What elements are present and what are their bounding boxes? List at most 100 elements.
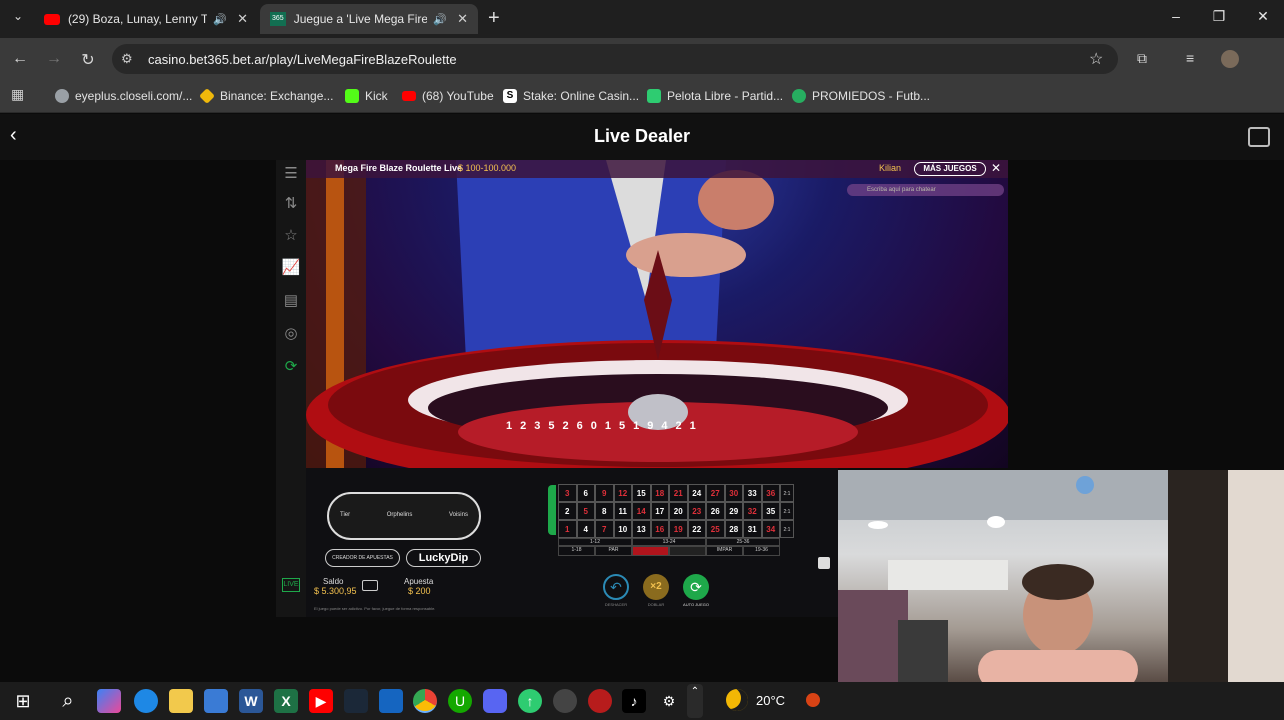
number-cell[interactable]: 15 (632, 484, 651, 502)
bookmark-promiedos[interactable]: PROMIEDOS - Futb... (792, 86, 930, 106)
number-cell[interactable]: 23 (687, 502, 706, 520)
number-cell[interactable]: 25 (706, 520, 725, 538)
forward-icon[interactable]: → (44, 50, 64, 68)
chip-counter-icon[interactable] (818, 557, 830, 569)
bookmark-kick[interactable]: Kick (345, 86, 388, 106)
steam-icon[interactable] (344, 689, 368, 713)
discord-icon[interactable] (483, 689, 507, 713)
number-cell[interactable]: 20 (669, 502, 688, 520)
close-game-icon[interactable]: ✕ (991, 161, 1001, 175)
copilot-icon[interactable] (97, 689, 121, 713)
bookmark-stake[interactable]: S Stake: Online Casin... (503, 86, 639, 106)
luckydip-button[interactable]: LuckyDip (406, 549, 481, 567)
cashier-icon[interactable] (362, 580, 378, 591)
number-cell[interactable]: 6 (576, 484, 595, 502)
fullscreen-icon[interactable] (1248, 127, 1270, 147)
number-cell[interactable]: 16 (650, 520, 669, 538)
autoplay-icon[interactable]: ⟳ (281, 357, 301, 377)
search-icon[interactable]: ⌕ (56, 689, 80, 713)
number-cell[interactable]: 29 (724, 502, 743, 520)
weather-moon-icon[interactable] (726, 689, 748, 711)
column-bet-cell[interactable]: 2:1 (780, 520, 794, 538)
more-games-button[interactable]: MÁS JUEGOS (914, 162, 986, 176)
reload-icon[interactable]: ↻ (78, 50, 98, 70)
number-cell[interactable]: 7 (595, 520, 614, 538)
number-cell[interactable]: 17 (650, 502, 669, 520)
number-cell[interactable]: 2 (558, 502, 577, 520)
profile-avatar[interactable] (1221, 50, 1239, 68)
number-cell[interactable]: 14 (632, 502, 651, 520)
sort-icon[interactable]: ⇅ (281, 194, 301, 214)
history-icon[interactable]: ▤ (281, 291, 301, 311)
site-info-icon[interactable]: ⚙ (121, 51, 133, 67)
windows-start-icon[interactable]: ⊞ (11, 689, 35, 713)
outside-bet-odd[interactable]: IMPAR (706, 546, 743, 556)
number-cell[interactable]: 26 (706, 502, 725, 520)
cloud-upload-icon[interactable]: ↑ (518, 689, 542, 713)
speaker-icon[interactable]: 🔊 (433, 13, 447, 26)
weather-temp[interactable]: 20°C (756, 693, 785, 708)
outside-bet-high[interactable]: 19-36 (743, 546, 780, 556)
number-cell[interactable]: 30 (724, 484, 743, 502)
bookmark-eyeplus[interactable]: eyeplus.closeli.com/... (55, 86, 192, 106)
tiktok-icon[interactable]: ♪ (622, 689, 646, 713)
apps-grid-icon[interactable]: ▦ (11, 86, 24, 103)
number-cell[interactable]: 1 (558, 520, 577, 538)
file-explorer-icon[interactable] (169, 689, 193, 713)
word-icon[interactable]: W (239, 689, 263, 713)
number-cell[interactable]: 27 (706, 484, 725, 502)
media-controls-icon[interactable]: ≡ (1186, 50, 1194, 66)
number-cell[interactable]: 12 (613, 484, 632, 502)
restore-button[interactable]: ❐ (1207, 8, 1231, 25)
number-cell[interactable]: 3 (558, 484, 577, 502)
undo-button[interactable]: ↶ (603, 574, 629, 600)
url-text[interactable]: casino.bet365.bet.ar/play/LiveMegaFireBl… (148, 52, 457, 67)
statistics-icon[interactable]: 📈 (281, 258, 301, 278)
dozen-cell[interactable]: 1-12 (558, 538, 632, 546)
tab-casino[interactable]: 365 Juegue a 'Live Mega Fire Bl 🔊 ✕ (260, 4, 478, 34)
favorites-star-icon[interactable]: ☆ (281, 226, 301, 246)
bookmark-binance[interactable]: Binance: Exchange... (199, 86, 333, 106)
racetrack-tier[interactable]: Tier (340, 512, 350, 518)
number-cell[interactable]: 28 (724, 520, 743, 538)
upwork-icon[interactable]: U (448, 689, 472, 713)
tray-overflow-icon[interactable]: ⌃ (687, 684, 703, 718)
bookmark-star-icon[interactable]: ☆ (1089, 49, 1103, 69)
zero-cell[interactable] (548, 485, 556, 535)
number-cell[interactable]: 33 (743, 484, 762, 502)
menu-icon[interactable]: ☰ (281, 164, 301, 184)
outside-bet-black[interactable] (669, 546, 706, 556)
number-cell[interactable]: 13 (632, 520, 651, 538)
tab-search-chevron-icon[interactable]: ⌄ (8, 9, 28, 29)
racetrack-orphelins[interactable]: Orphelins (387, 512, 413, 518)
number-cell[interactable]: 8 (595, 502, 614, 520)
column-bet-cell[interactable]: 2:1 (780, 484, 794, 502)
store-icon[interactable] (204, 689, 228, 713)
cursor-app-icon[interactable] (553, 689, 577, 713)
excel-icon[interactable]: X (274, 689, 298, 713)
double-button[interactable]: ×2 (643, 574, 669, 600)
number-cell[interactable]: 21 (669, 484, 688, 502)
red-app-icon[interactable] (588, 689, 612, 713)
number-cell[interactable]: 5 (576, 502, 595, 520)
tab-youtube[interactable]: (29) Boza, Lunay, Lenny Tav 🔊 ✕ (34, 4, 258, 34)
chrome-icon[interactable] (413, 689, 437, 713)
number-cell[interactable]: 4 (576, 520, 595, 538)
speaker-icon[interactable]: 🔊 (213, 13, 227, 26)
close-window-button[interactable]: ✕ (1251, 8, 1275, 25)
outside-bet-low[interactable]: 1-18 (558, 546, 595, 556)
tray-icon[interactable] (806, 693, 820, 707)
wheel-icon[interactable]: ◎ (281, 324, 301, 344)
number-cell[interactable]: 36 (761, 484, 780, 502)
number-cell[interactable]: 31 (743, 520, 762, 538)
outside-bet-red[interactable] (632, 546, 669, 556)
dozen-cell[interactable]: 25-36 (706, 538, 780, 546)
edge-icon[interactable] (134, 689, 158, 713)
autoplay-button[interactable]: ⟳ (683, 574, 709, 600)
bet-creator-button[interactable]: CREADOR DE APUESTAS (325, 549, 400, 567)
number-cell[interactable]: 22 (687, 520, 706, 538)
bookmark-pelota-libre[interactable]: Pelota Libre - Partid... (647, 86, 783, 106)
bookmark-youtube[interactable]: (68) YouTube (402, 86, 494, 106)
number-cell[interactable]: 11 (613, 502, 632, 520)
new-tab-button[interactable]: + (488, 7, 500, 30)
